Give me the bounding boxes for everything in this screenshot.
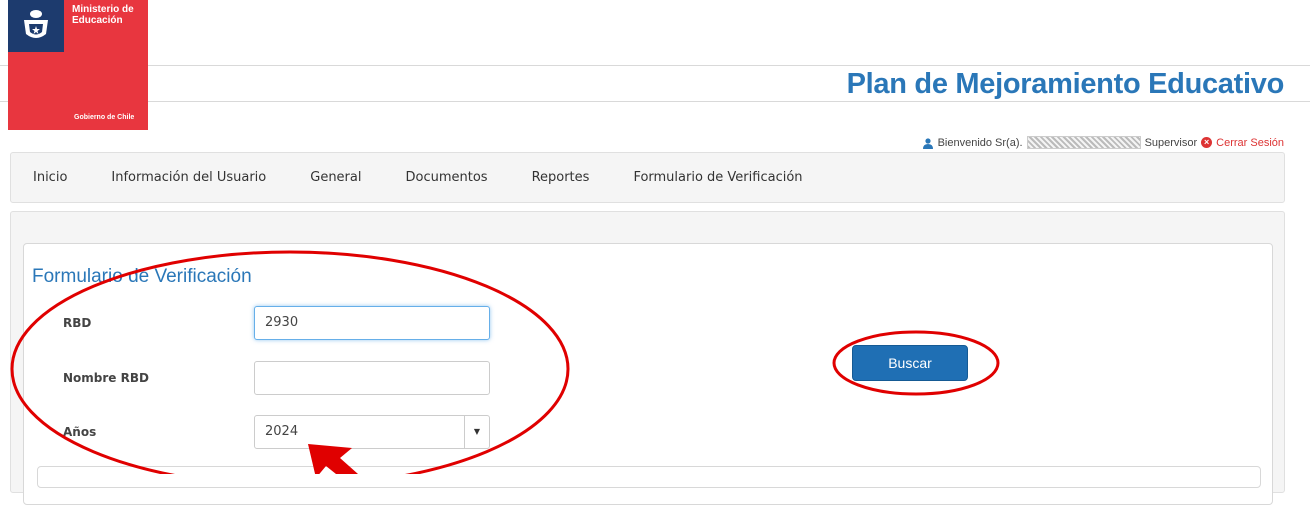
header-bottom-rule: [0, 101, 1310, 102]
welcome-text: Bienvenido Sr(a).: [937, 136, 1023, 149]
main-navbar: Inicio Información del Usuario General D…: [10, 152, 1285, 203]
rbd-input[interactable]: 2930: [254, 306, 490, 340]
logout-link[interactable]: Cerrar Sesión: [1216, 137, 1284, 149]
logout-icon[interactable]: ×: [1201, 137, 1213, 148]
nav-item-informacion-usuario[interactable]: Información del Usuario: [111, 170, 266, 185]
user-icon: [922, 137, 933, 149]
redacted-username: [1026, 136, 1141, 149]
app-title: Plan de Mejoramiento Educativo: [846, 68, 1285, 100]
nav-item-formulario-verificacion[interactable]: Formulario de Verificación: [633, 170, 802, 185]
nav-item-reportes[interactable]: Reportes: [532, 170, 590, 185]
coat-of-arms-icon: [24, 10, 48, 38]
welcome-bar: Bienvenido Sr(a). Supervisor × Cerrar Se…: [922, 136, 1284, 149]
nav-item-general[interactable]: General: [310, 170, 361, 185]
header-top-rule: [0, 65, 1310, 66]
chevron-down-icon[interactable]: ▼: [464, 416, 489, 448]
ministry-name: Ministerio de Educación: [72, 4, 134, 26]
anos-selected-value: 2024: [265, 424, 299, 439]
form-title: Formulario de Verificación: [32, 266, 252, 287]
buscar-button[interactable]: Buscar: [852, 345, 968, 381]
government-name: Gobierno de Chile: [74, 114, 135, 121]
nav-item-inicio[interactable]: Inicio: [33, 170, 67, 185]
nav-item-documentos[interactable]: Documentos: [405, 170, 487, 185]
anos-select[interactable]: 2024 ▼: [254, 415, 490, 449]
anos-label: Años: [63, 425, 97, 439]
user-role: Supervisor: [1144, 136, 1198, 149]
results-panel: [37, 466, 1261, 488]
gobierno-logo: Ministerio de Educación Gobierno de Chil…: [8, 0, 148, 130]
nombre-rbd-label: Nombre RBD: [63, 371, 149, 385]
rbd-label: RBD: [63, 316, 92, 330]
nombre-rbd-input[interactable]: [254, 361, 490, 395]
